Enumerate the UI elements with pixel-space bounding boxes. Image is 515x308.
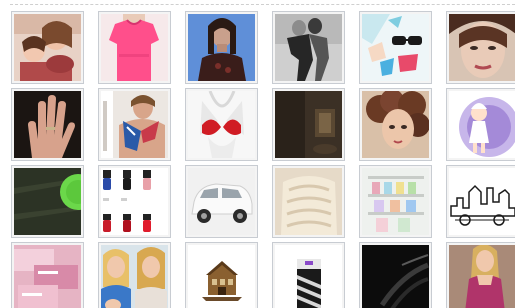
thumbnail-image: [362, 168, 429, 235]
thumbnail-image: [275, 245, 342, 308]
thumbnail-image: [14, 14, 81, 81]
thumbnail-store-shelves[interactable]: [359, 165, 432, 238]
thumbnail-image: [449, 14, 515, 81]
thumbnail-image: [188, 91, 255, 158]
thumbnail-black-glossy[interactable]: [359, 242, 432, 308]
thumbnail-purple-cartoon[interactable]: [446, 88, 515, 161]
thumbnail-pink-top[interactable]: [98, 11, 171, 84]
thumbnail-image: [362, 91, 429, 158]
thumbnail-face-closeup[interactable]: [446, 11, 515, 84]
thumbnail-pink-boxes[interactable]: [11, 242, 84, 308]
thumbnail-image: [449, 91, 515, 158]
thumbnail-woman-and-child[interactable]: [11, 11, 84, 84]
thumbnail-image: [101, 168, 168, 235]
thumbnail-dark-interior[interactable]: [272, 88, 345, 161]
thumbnail-image: [101, 14, 168, 81]
thumbnail-sunglasses-collage[interactable]: [359, 11, 432, 84]
thumbnail-image: [449, 245, 515, 308]
thumbnail-striped-box[interactable]: [272, 242, 345, 308]
thumbnail-dark-green-texture[interactable]: [11, 165, 84, 238]
thumbnail-cream-knitwear[interactable]: [272, 165, 345, 238]
thumbnail-image: [101, 91, 168, 158]
thumbnail-red-bikini-top[interactable]: [185, 88, 258, 161]
thumbnail-nail-polish-bottles[interactable]: [98, 165, 171, 238]
thumbnail-image: [188, 168, 255, 235]
thumbnail-building-model[interactable]: [185, 242, 258, 308]
thumbnail-image: [275, 91, 342, 158]
thumbnail-image: [449, 168, 515, 235]
thumbnail-white-car[interactable]: [185, 165, 258, 238]
image-gallery-page: [0, 0, 515, 308]
thumbnail-image: [14, 91, 81, 158]
thumbnail-woman-blue-backdrop[interactable]: [185, 11, 258, 84]
thumbnail-grid: [11, 11, 515, 308]
thumbnail-blonde-women[interactable]: [98, 242, 171, 308]
thumbnail-image: [188, 14, 255, 81]
thumbnail-image: [14, 245, 81, 308]
thumbnail-curly-hair-woman[interactable]: [359, 88, 432, 161]
thumbnail-image: [362, 14, 429, 81]
thumbnail-image: [362, 245, 429, 308]
top-divider: [10, 4, 515, 5]
thumbnail-image: [188, 245, 255, 308]
thumbnail-woman-in-dress[interactable]: [446, 242, 515, 308]
thumbnail-image: [275, 168, 342, 235]
thumbnail-image: [275, 14, 342, 81]
thumbnail-couple-black-and-white[interactable]: [272, 11, 345, 84]
thumbnail-city-skyline-sketch[interactable]: [446, 165, 515, 238]
thumbnail-image: [14, 168, 81, 235]
thumbnail-man-with-scarf[interactable]: [98, 88, 171, 161]
thumbnail-hand[interactable]: [11, 88, 84, 161]
thumbnail-image: [101, 245, 168, 308]
